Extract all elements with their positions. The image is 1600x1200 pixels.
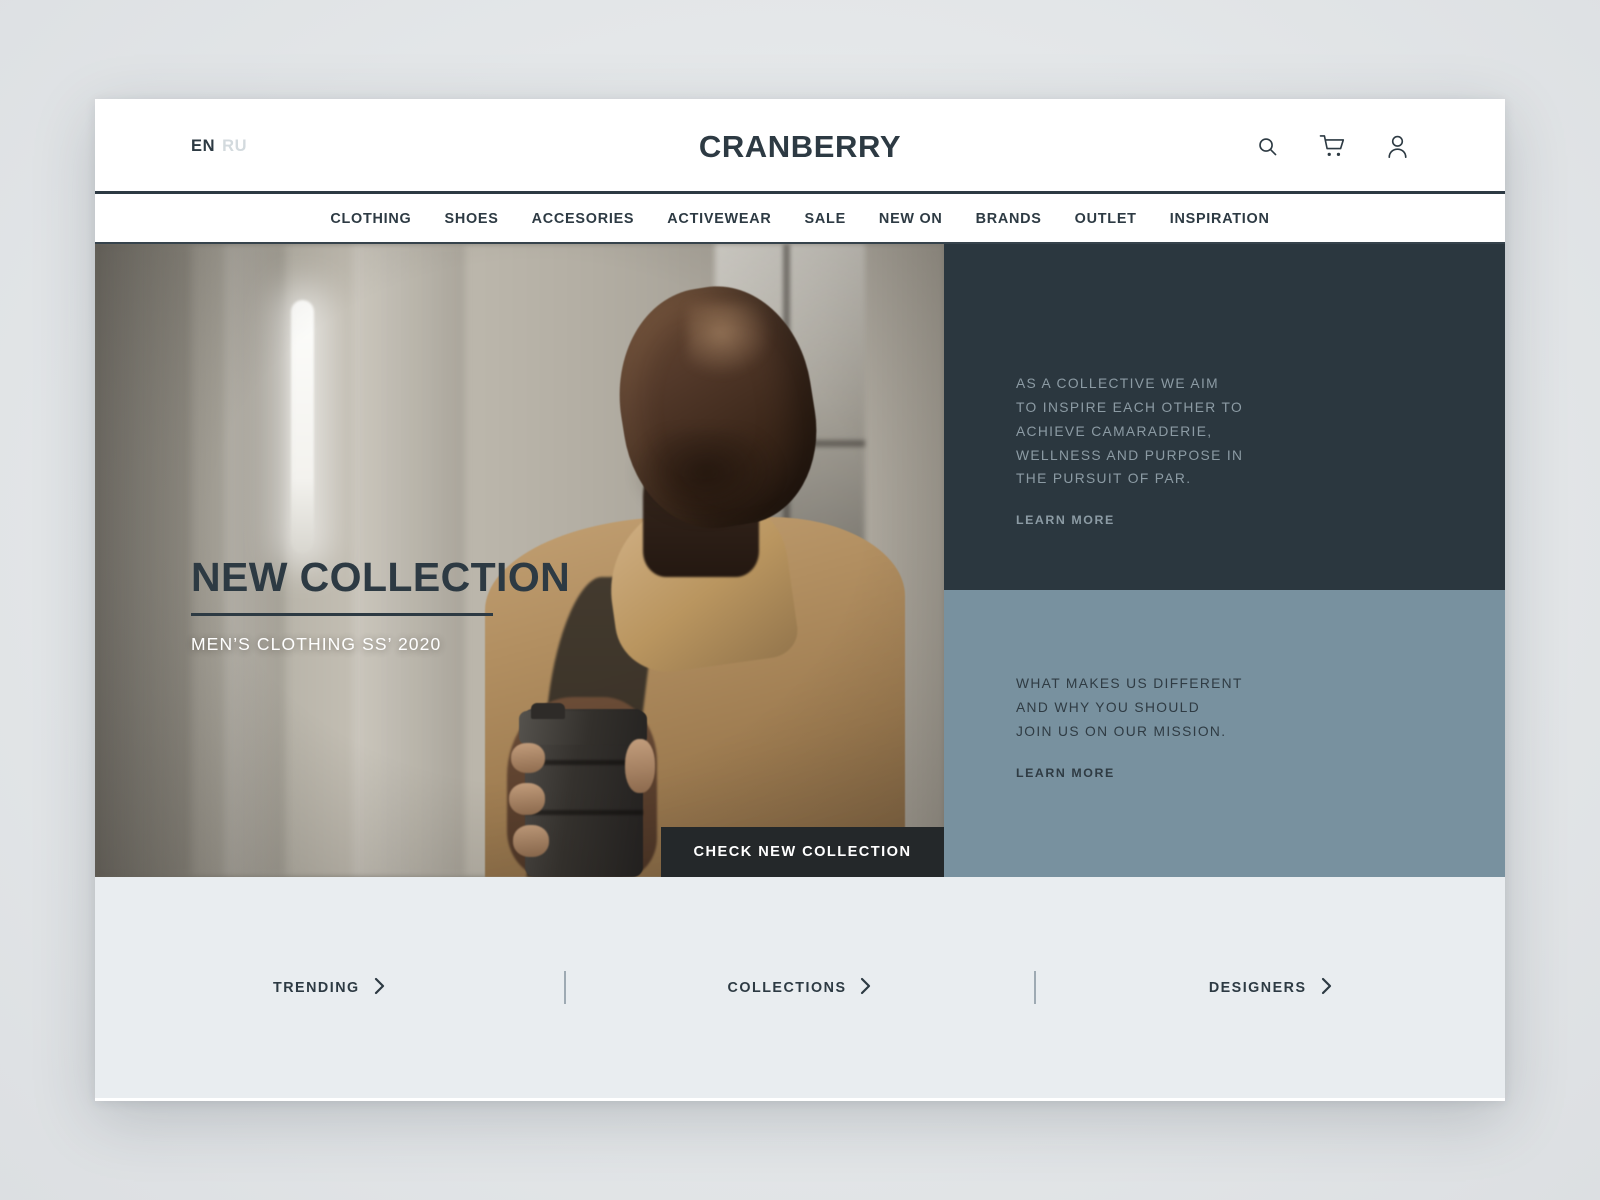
language-option-ru[interactable]: RU xyxy=(222,137,247,156)
language-switcher[interactable]: EN RU xyxy=(191,137,247,156)
panel-collective-learn-more[interactable]: LEARN MORE xyxy=(1016,513,1115,527)
bottom-cell-collections: COLLECTIONS xyxy=(566,977,1035,999)
panel-collective: AS A COLLECTIVE WE AIM TO INSPIRE EACH O… xyxy=(944,244,1505,590)
panel-mission-learn-more[interactable]: LEARN MORE xyxy=(1016,766,1115,780)
header-icon-group xyxy=(1256,134,1409,159)
brand-logo[interactable]: CRANBERRY xyxy=(699,129,901,165)
website-page: EN RU CRANBERRY CLOTHING SHOES ACCESORIE… xyxy=(95,99,1505,1101)
user-icon[interactable] xyxy=(1386,134,1409,159)
bottom-link-designers-label: DESIGNERS xyxy=(1208,979,1307,996)
check-new-collection-label: CHECK NEW COLLECTION xyxy=(693,844,912,860)
bottom-link-trending-label: TRENDING xyxy=(273,979,360,996)
language-option-en[interactable]: EN xyxy=(191,137,215,156)
nav-item-new-on[interactable]: NEW ON xyxy=(879,211,943,227)
bottom-link-collections-label: COLLECTIONS xyxy=(727,979,847,996)
bottom-cell-trending: TRENDING xyxy=(95,977,564,999)
nav-item-activewear[interactable]: ACTIVEWEAR xyxy=(667,211,771,227)
hero-photo: NEW COLLECTION MEN’S CLOTHING SS’ 2020 C… xyxy=(95,244,944,877)
bottom-links-bar: TRENDING COLLECTIONS DESIGNERS xyxy=(95,877,1505,1098)
nav-item-sale[interactable]: SALE xyxy=(805,211,846,227)
bottom-link-trending[interactable]: TRENDING xyxy=(273,977,386,999)
hero-subtitle: MEN’S CLOTHING SS’ 2020 xyxy=(191,633,442,654)
nav-item-accesories[interactable]: ACCESORIES xyxy=(532,211,635,227)
chevron-right-icon xyxy=(859,977,872,999)
panel-mission-content: WHAT MAKES US DIFFERENT AND WHY YOU SHOU… xyxy=(1016,672,1243,782)
bottom-cell-designers: DESIGNERS xyxy=(1036,977,1505,999)
hero-section: NEW COLLECTION MEN’S CLOTHING SS’ 2020 C… xyxy=(95,244,1505,877)
check-new-collection-button[interactable]: CHECK NEW COLLECTION xyxy=(661,827,944,877)
nav-item-outlet[interactable]: OUTLET xyxy=(1075,211,1137,227)
nav-item-brands[interactable]: BRANDS xyxy=(976,211,1042,227)
panel-mission: WHAT MAKES US DIFFERENT AND WHY YOU SHOU… xyxy=(944,590,1505,877)
hero-side-panels: AS A COLLECTIVE WE AIM TO INSPIRE EACH O… xyxy=(944,244,1505,877)
bottom-link-collections[interactable]: COLLECTIONS xyxy=(728,977,873,999)
nav-item-shoes[interactable]: SHOES xyxy=(444,211,498,227)
chevron-right-icon xyxy=(373,977,386,999)
search-icon[interactable] xyxy=(1256,135,1279,158)
panel-collective-content: AS A COLLECTIVE WE AIM TO INSPIRE EACH O… xyxy=(1016,372,1243,529)
hero-rule xyxy=(191,613,493,616)
panel-collective-text: AS A COLLECTIVE WE AIM TO INSPIRE EACH O… xyxy=(1016,376,1244,487)
cart-icon[interactable] xyxy=(1319,134,1346,159)
hero-title: NEW COLLECTION xyxy=(191,554,571,601)
bottom-link-designers[interactable]: DESIGNERS xyxy=(1209,977,1333,999)
site-header: EN RU CRANBERRY xyxy=(95,99,1505,194)
main-navigation: CLOTHING SHOES ACCESORIES ACTIVEWEAR SAL… xyxy=(95,194,1505,244)
panel-mission-text: WHAT MAKES US DIFFERENT AND WHY YOU SHOU… xyxy=(1016,676,1243,739)
page-backdrop: EN RU CRANBERRY CLOTHING SHOES ACCESORIE… xyxy=(0,0,1600,1200)
hero-copy: NEW COLLECTION MEN’S CLOTHING SS’ 2020 xyxy=(191,557,570,656)
nav-item-inspiration[interactable]: INSPIRATION xyxy=(1170,211,1270,227)
chevron-right-icon xyxy=(1320,977,1333,999)
nav-item-clothing[interactable]: CLOTHING xyxy=(330,211,411,227)
